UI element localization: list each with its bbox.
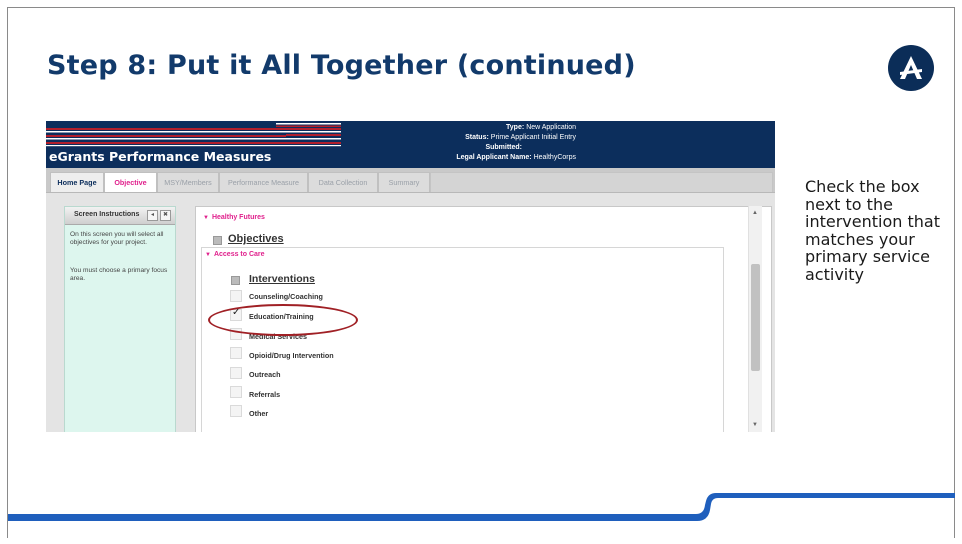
bottom-band [8,493,955,521]
slide: Step 8: Put it All Together (continued) … [0,0,962,544]
